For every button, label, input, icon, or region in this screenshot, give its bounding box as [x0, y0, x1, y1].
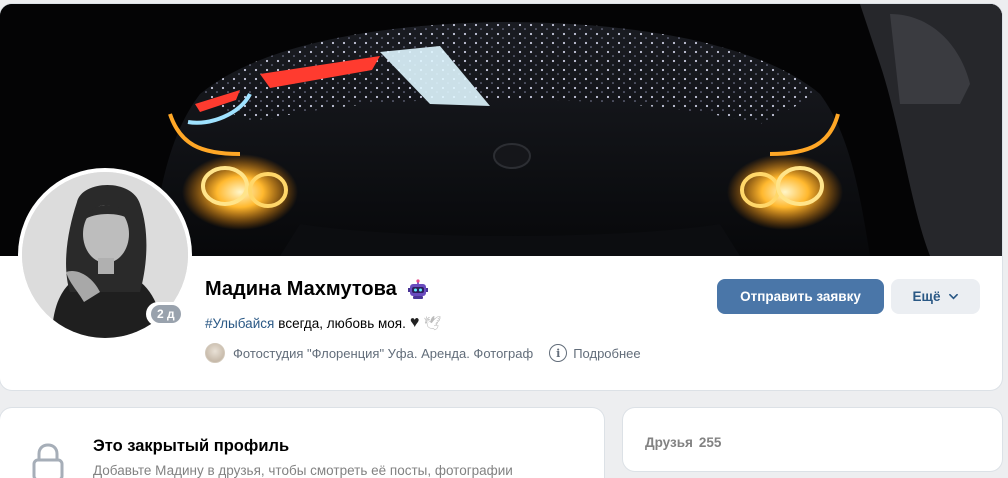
more-actions-button[interactable]: Ещё [891, 279, 980, 314]
friends-label: Друзья [645, 435, 693, 450]
profile-status: #Улыбайся всегда, любовь моя. ♥ 🕊 [205, 314, 441, 332]
robot-emoji-icon [407, 278, 429, 301]
status-hashtag-link[interactable]: #Улыбайся [205, 316, 274, 331]
more-info-label: Подробнее [573, 345, 641, 361]
send-friend-request-button[interactable]: Отправить заявку [717, 279, 884, 314]
profile-name: Мадина Махмутова [205, 278, 397, 300]
profile-info-row: Фотостудия "Флоренция" Уфа. Аренда. Фото… [205, 343, 641, 363]
friends-count: 255 [698, 435, 722, 450]
online-status-badge: 2 д [146, 302, 186, 326]
more-info-button[interactable]: i Подробнее [549, 344, 641, 362]
status-text: всегда, любовь моя. [278, 315, 406, 331]
profile-name-row: Мадина Махмутова [205, 278, 429, 301]
workplace-logo[interactable] [205, 343, 225, 363]
lock-icon [32, 443, 64, 478]
more-actions-label: Ещё [912, 289, 941, 304]
black-heart-icon: ♥ [409, 314, 420, 331]
private-profile-title: Это закрытый профиль [93, 437, 290, 455]
info-icon: i [549, 344, 568, 362]
friends-header[interactable]: Друзья 255 [645, 435, 721, 450]
private-profile-subtitle: Добавьте Мадину в друзья, чтобы смотреть… [93, 463, 513, 478]
profile-page: 2 д Мадина Махмутова #Улыбайся всегда, л… [0, 0, 1008, 478]
chevron-down-icon [949, 293, 959, 300]
online-status-text: 2 д [151, 305, 181, 323]
profile-header-card: 2 д Мадина Махмутова #Улыбайся всегда, л… [0, 4, 1002, 390]
dove-icon: 🕊 [423, 314, 442, 331]
workplace-link[interactable]: Фотостудия "Флоренция" Уфа. Аренда. Фото… [233, 346, 533, 361]
